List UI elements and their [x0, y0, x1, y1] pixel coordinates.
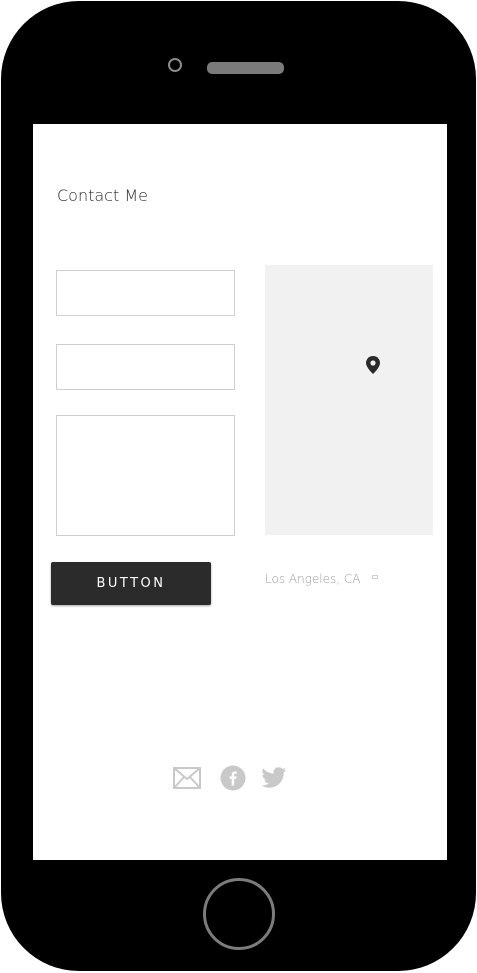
page-title: Contact Me — [57, 186, 148, 205]
map-pin-icon — [366, 356, 380, 374]
home-button[interactable] — [203, 878, 275, 950]
message-field[interactable] — [56, 415, 235, 536]
map[interactable] — [265, 265, 433, 535]
screen: Contact Me BUTTON Los Angeles, CA — [33, 124, 447, 860]
location-label: Los Angeles, CA — [265, 572, 361, 586]
submit-button[interactable]: BUTTON — [51, 562, 211, 605]
email-field[interactable] — [56, 344, 235, 390]
front-camera — [168, 58, 182, 72]
mail-icon[interactable] — [173, 765, 201, 791]
name-field[interactable] — [56, 270, 235, 316]
earpiece-speaker — [207, 62, 284, 74]
facebook-icon[interactable] — [220, 765, 246, 791]
location-marker-icon — [372, 575, 378, 579]
twitter-icon[interactable] — [261, 765, 287, 791]
phone-frame: Contact Me BUTTON Los Angeles, CA — [1, 1, 476, 971]
